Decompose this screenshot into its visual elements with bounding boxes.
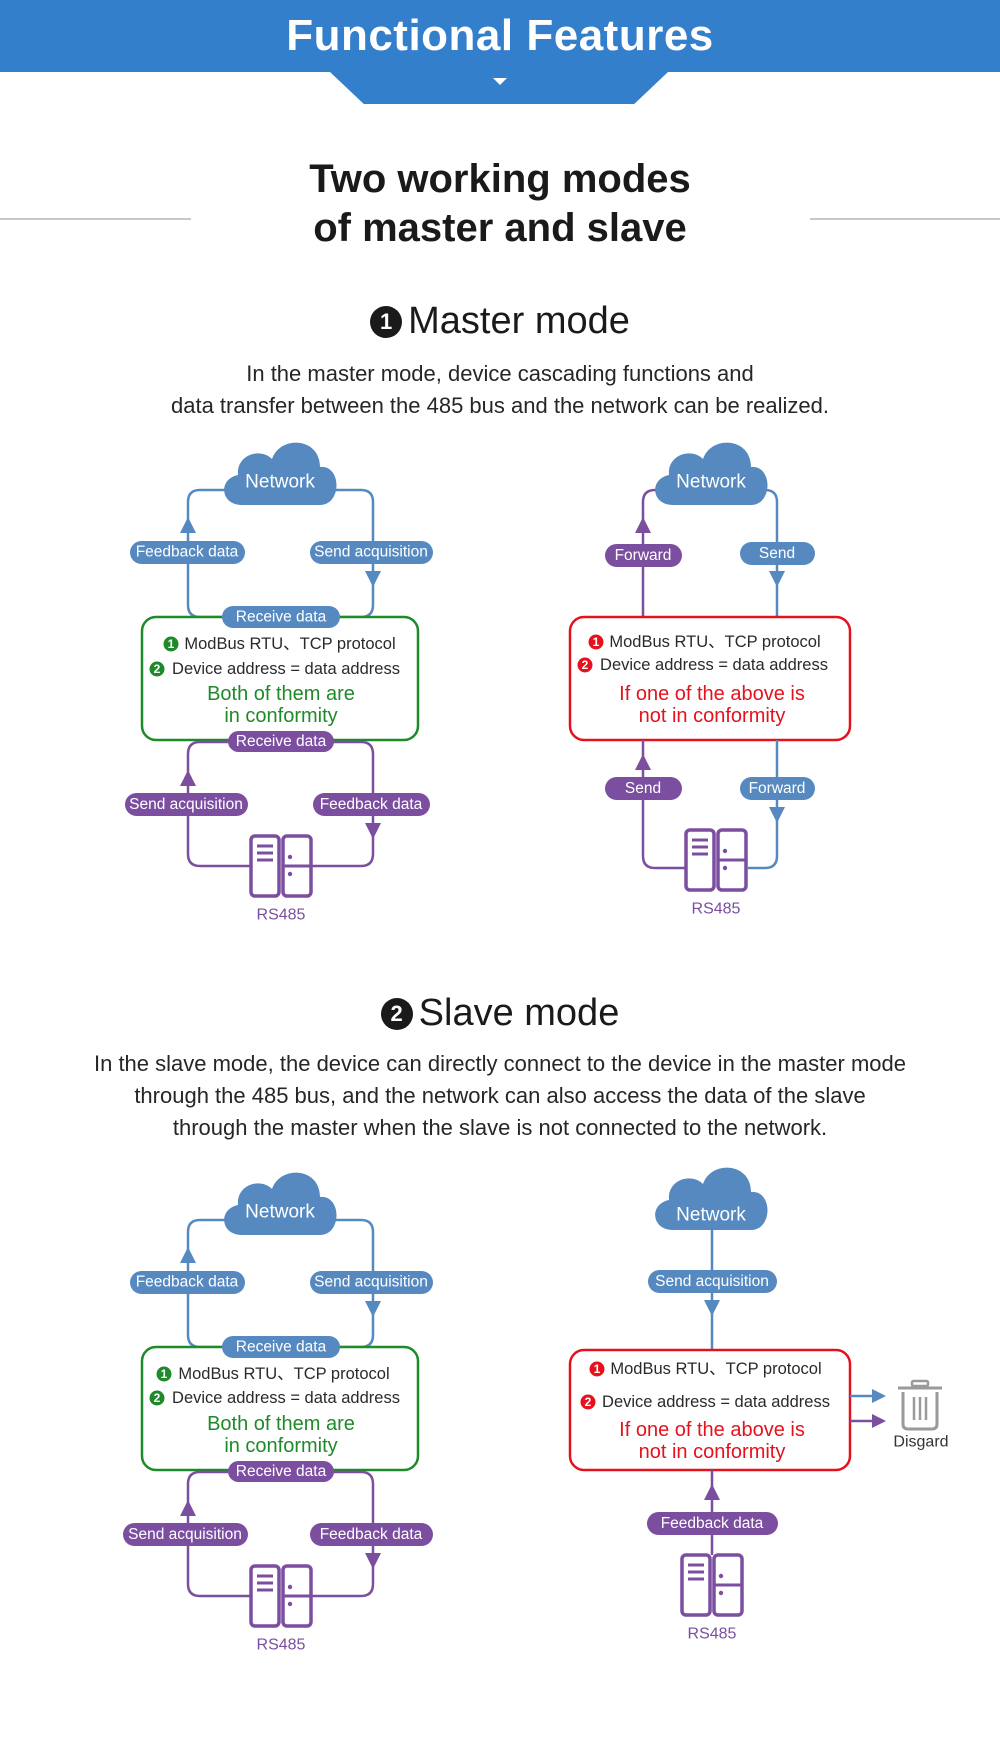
- forward-label: Forward: [615, 547, 672, 564]
- result-line-2: not in conformity: [639, 1441, 786, 1463]
- arrow-down-icon: [704, 1300, 720, 1316]
- receive-data-label: Receive data: [236, 733, 327, 750]
- condition-address: Device address = data address: [172, 660, 400, 678]
- result-line-1: If one of the above is: [619, 1419, 805, 1441]
- condition-protocol: ModBus RTU、TCP protocol: [609, 633, 820, 651]
- device-label: RS485: [257, 907, 306, 924]
- discard-label: Disgard: [893, 1434, 948, 1451]
- network-label: Network: [676, 1205, 746, 1226]
- master-ok-diagram: Network Feedback data Send acquisition R…: [125, 442, 433, 924]
- arrow-up-icon: [180, 770, 196, 786]
- master-fail-diagram: Network Forward Send 1 ModBus RTU、TCP pr…: [568, 442, 852, 918]
- slave-ok-diagram: Network Feedback data Send acquisition R…: [123, 1172, 433, 1654]
- condition-address: Device address = data address: [602, 1393, 830, 1411]
- bullet-one-number: 1: [594, 1362, 601, 1376]
- condition-address: Device address = data address: [600, 656, 828, 674]
- arrow-down-icon: [365, 571, 381, 587]
- connector-line: [641, 740, 685, 870]
- server-icon: [680, 1553, 744, 1617]
- bullet-two-number: 2: [154, 1391, 161, 1405]
- send-label: Send: [625, 780, 661, 797]
- trash-icon: [898, 1379, 942, 1431]
- feedback-data-label: Feedback data: [320, 1526, 423, 1543]
- connector-line: [748, 740, 779, 870]
- condition-protocol: ModBus RTU、TCP protocol: [610, 1360, 821, 1378]
- network-label: Network: [245, 1202, 315, 1223]
- slave-fail-diagram: Network Send acquisition 1 ModBus RTU、TC…: [568, 1167, 949, 1643]
- bullet-one-number: 1: [593, 635, 600, 649]
- arrow-right-icon: [872, 1389, 886, 1403]
- arrow-up-icon: [704, 1484, 720, 1500]
- result-line-1: Both of them are: [207, 683, 355, 705]
- server-icon: [249, 1564, 313, 1628]
- device-label: RS485: [257, 1637, 306, 1654]
- send-label: Send: [759, 545, 795, 562]
- condition-address: Device address = data address: [172, 1389, 400, 1407]
- bullet-one-number: 1: [161, 1367, 168, 1381]
- bullet-two-number: 2: [585, 1395, 592, 1409]
- bullet-two-number: 2: [582, 658, 589, 672]
- arrow-up-icon: [180, 517, 196, 533]
- feedback-data-label: Feedback data: [661, 1515, 764, 1532]
- send-acquisition-label: Send acquisition: [314, 544, 428, 561]
- arrow-down-icon: [365, 1301, 381, 1317]
- receive-data-label: Receive data: [236, 1339, 327, 1356]
- result-line-2: in conformity: [224, 705, 337, 727]
- feedback-data-label: Feedback data: [320, 796, 423, 813]
- server-icon: [684, 828, 748, 892]
- device-label: RS485: [688, 1626, 737, 1643]
- feedback-data-label: Feedback data: [136, 544, 239, 561]
- bullet-one-number: 1: [168, 637, 175, 651]
- result-line-1: If one of the above is: [619, 683, 805, 705]
- device-label: RS485: [692, 901, 741, 918]
- arrow-up-icon: [180, 1247, 196, 1263]
- send-acquisition-label: Send acquisition: [128, 1526, 242, 1543]
- send-acquisition-label: Send acquisition: [314, 1274, 428, 1291]
- arrow-down-icon: [365, 823, 381, 839]
- feedback-data-label: Feedback data: [136, 1274, 239, 1291]
- arrow-down-icon: [769, 807, 785, 823]
- forward-label: Forward: [749, 780, 806, 797]
- result-line-1: Both of them are: [207, 1413, 355, 1435]
- condition-protocol: ModBus RTU、TCP protocol: [184, 635, 395, 653]
- arrow-down-icon: [365, 1553, 381, 1569]
- diagrams-canvas: Network Feedback data Send acquisition R…: [123, 442, 949, 1654]
- arrow-up-icon: [635, 517, 651, 533]
- network-label: Network: [245, 472, 315, 493]
- result-line-2: in conformity: [224, 1435, 337, 1457]
- network-label: Network: [676, 472, 746, 493]
- receive-data-label: Receive data: [236, 609, 327, 626]
- send-acquisition-label: Send acquisition: [129, 796, 243, 813]
- arrow-down-icon: [769, 571, 785, 587]
- result-line-2: not in conformity: [639, 705, 786, 727]
- server-icon: [249, 834, 313, 898]
- receive-data-label: Receive data: [236, 1463, 327, 1480]
- bullet-two-number: 2: [154, 662, 161, 676]
- send-acquisition-label: Send acquisition: [655, 1273, 769, 1290]
- arrow-up-icon: [635, 754, 651, 770]
- condition-protocol: ModBus RTU、TCP protocol: [178, 1365, 389, 1383]
- arrow-right-icon: [872, 1414, 886, 1428]
- arrow-up-icon: [180, 1500, 196, 1516]
